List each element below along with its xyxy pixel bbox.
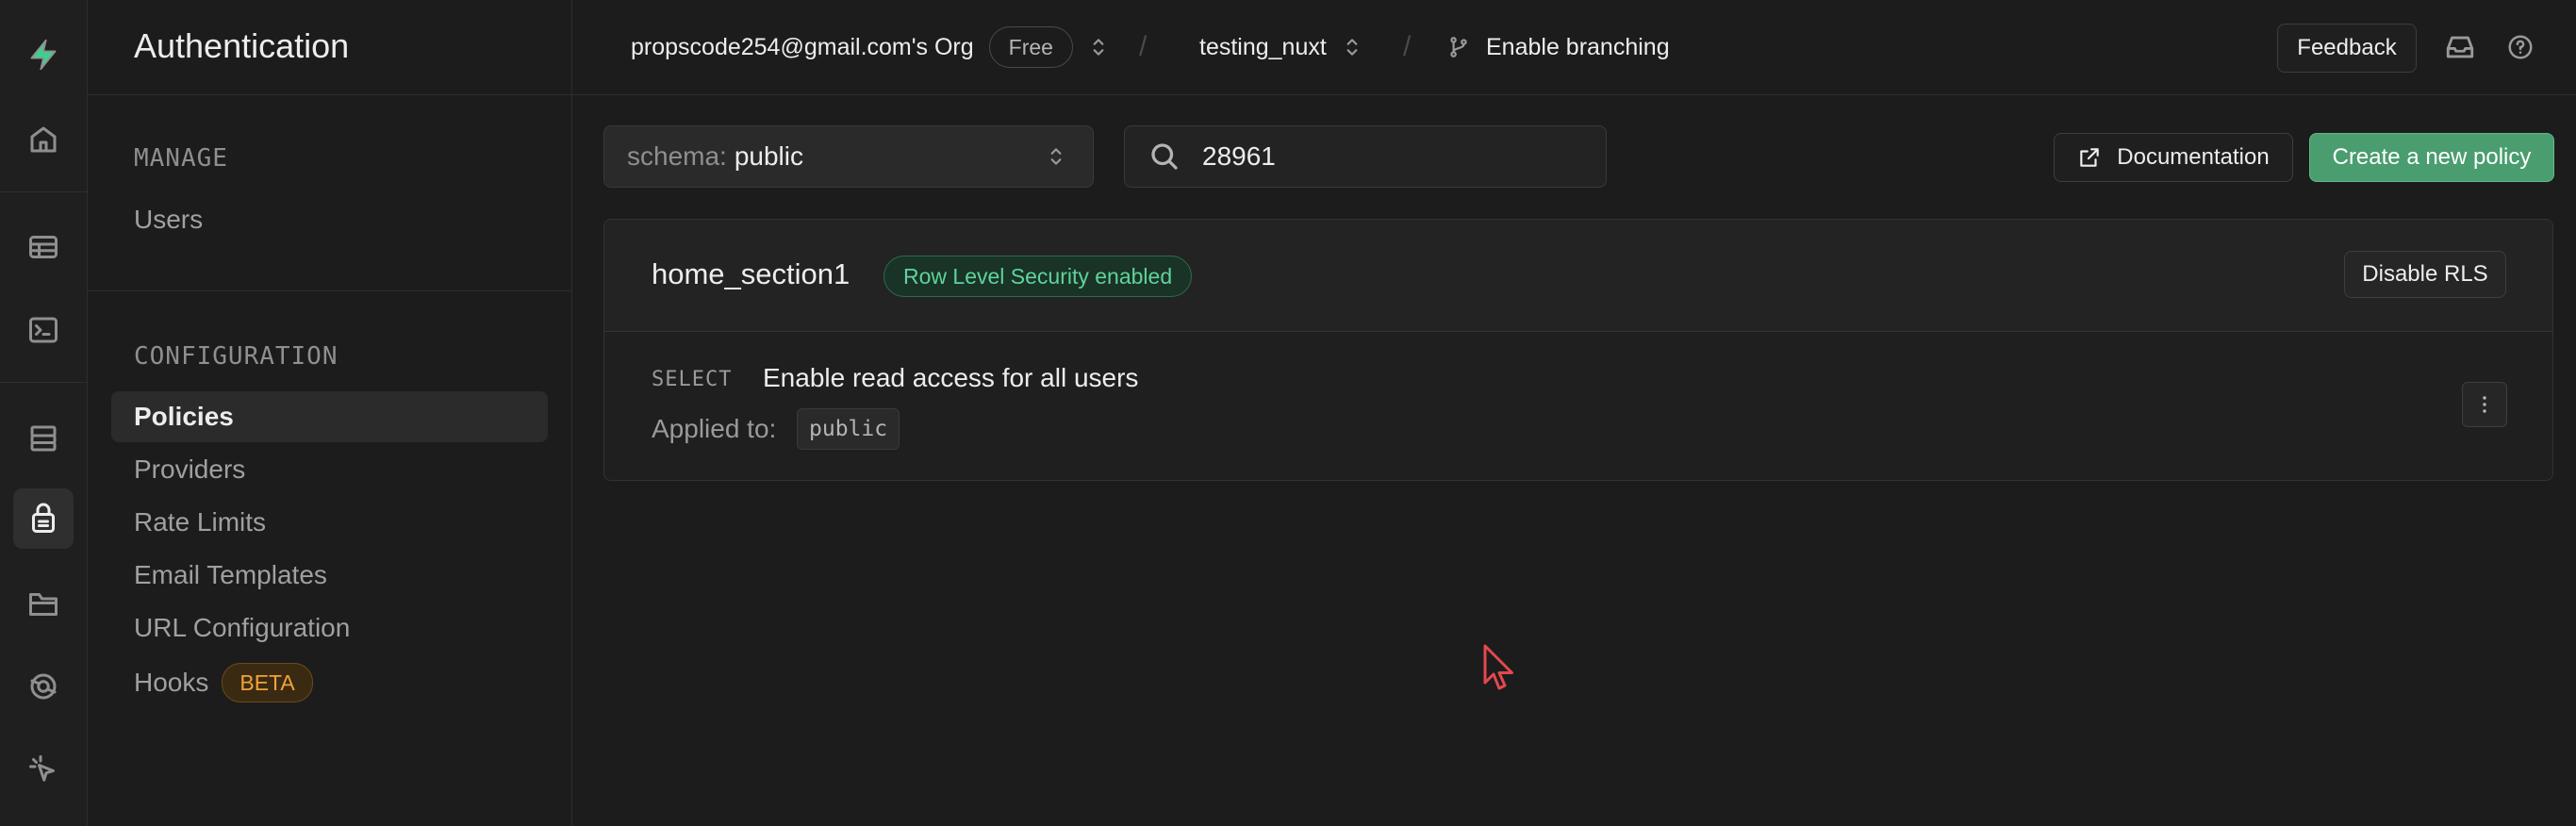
realtime-icon[interactable] — [13, 656, 74, 717]
enable-branching-label: Enable branching — [1486, 33, 1670, 60]
help-icon[interactable] — [2506, 33, 2535, 61]
disable-rls-button[interactable]: Disable RLS — [2344, 251, 2506, 298]
external-link-icon — [2077, 145, 2102, 170]
create-policy-button[interactable]: Create a new policy — [2309, 133, 2554, 182]
chevron-up-down-icon — [1340, 35, 1364, 59]
applied-to-label: Applied to: — [652, 414, 777, 443]
search-icon — [1148, 140, 1181, 173]
table-card-header: home_section1 Row Level Security enabled — [604, 220, 2552, 332]
policy-name[interactable]: Enable read access for all users — [763, 363, 1138, 393]
role-tag: public — [797, 408, 900, 450]
menu-item-hooks-label: Hooks — [134, 668, 209, 697]
policy-search — [1124, 125, 1607, 188]
home-icon[interactable] — [13, 109, 74, 170]
auth-side-menu: Authentication MANAGE Users CONFIGURATIO… — [88, 0, 572, 826]
menu-item-users[interactable]: Users — [111, 194, 548, 245]
feedback-button[interactable]: Feedback — [2277, 24, 2417, 73]
menu-item-providers[interactable]: Providers — [111, 444, 548, 495]
beta-badge: BETA — [222, 663, 313, 702]
menu-item-url-configuration[interactable]: URL Configuration — [111, 603, 548, 653]
git-branch-icon — [1446, 35, 1471, 59]
manage-heading: MANAGE — [134, 144, 228, 173]
table-name: home_section1 — [652, 257, 850, 290]
policy-command: SELECT — [652, 368, 733, 391]
policy-actions-button[interactable] — [2462, 382, 2507, 427]
project-selector[interactable]: testing_nuxt — [1199, 0, 1364, 94]
breadcrumb-separator: / — [1139, 31, 1148, 62]
enable-branching-button[interactable]: Enable branching — [1446, 0, 1670, 94]
schema-selector[interactable]: schema: public — [603, 125, 1094, 188]
configuration-heading: CONFIGURATION — [134, 342, 339, 371]
sql-editor-icon[interactable] — [13, 300, 74, 360]
documentation-button[interactable]: Documentation — [2054, 133, 2293, 182]
inbox-icon[interactable] — [2444, 31, 2476, 63]
schema-label: schema: — [627, 141, 727, 171]
chevron-up-down-icon — [1086, 35, 1111, 59]
menu-item-policies[interactable]: Policies — [111, 391, 548, 442]
menu-item-rate-limits[interactable]: Rate Limits — [111, 497, 548, 548]
icon-rail — [0, 0, 88, 826]
rls-status-badge: Row Level Security enabled — [883, 256, 1193, 297]
menu-item-hooks[interactable]: Hooks BETA — [111, 657, 548, 708]
org-name: propscode254@gmail.com's Org — [631, 33, 974, 60]
storage-icon[interactable] — [13, 574, 74, 635]
chevron-up-down-icon — [1044, 144, 1068, 169]
side-menu-title: Authentication — [134, 26, 350, 65]
advisors-icon[interactable] — [13, 739, 74, 800]
more-vertical-icon — [2483, 396, 2486, 413]
menu-item-email-templates[interactable]: Email Templates — [111, 550, 548, 601]
project-name: testing_nuxt — [1199, 33, 1327, 60]
database-icon[interactable] — [13, 408, 74, 469]
top-bar: propscode254@gmail.com's Org Free / test… — [572, 0, 2576, 95]
documentation-label: Documentation — [2117, 144, 2270, 170]
supabase-logo-icon[interactable] — [9, 26, 77, 83]
schema-value: public — [734, 141, 803, 171]
side-menu-header: Authentication — [88, 0, 571, 95]
table-editor-icon[interactable] — [13, 217, 74, 277]
search-input[interactable] — [1200, 140, 1581, 173]
auth-icon[interactable] — [13, 488, 74, 549]
org-selector[interactable]: propscode254@gmail.com's Org Free — [631, 0, 1111, 94]
plan-badge: Free — [988, 26, 1073, 68]
breadcrumb-separator: / — [1403, 31, 1412, 62]
table-policy-card: home_section1 Row Level Security enabled… — [603, 219, 2553, 481]
mouse-cursor-icon — [1482, 643, 1516, 694]
